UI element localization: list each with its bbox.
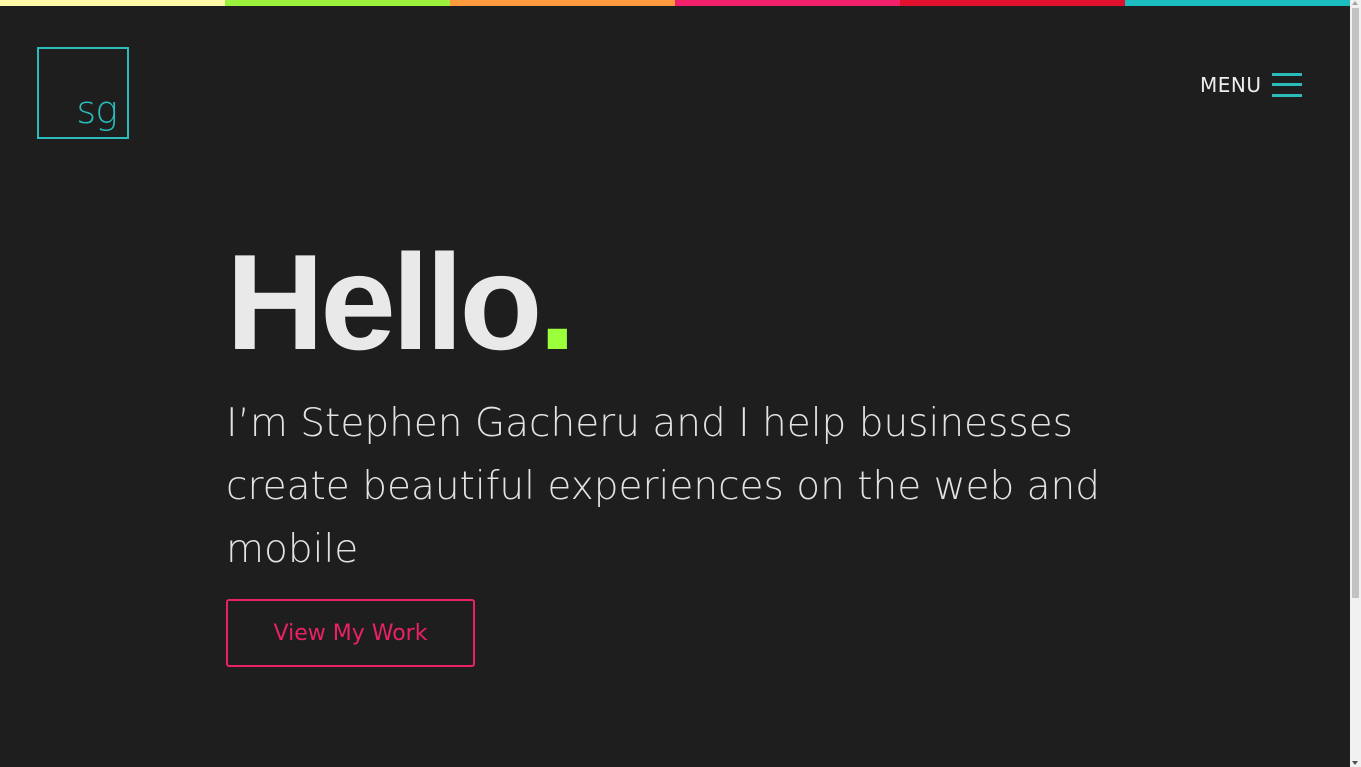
- page: sg MENU Hello. I’m Stephen Gacheru and I…: [0, 0, 1361, 767]
- hero-intro: I’m Stephen Gacheru and I help businesse…: [226, 401, 1101, 572]
- menu-button[interactable]: MENU: [1200, 70, 1302, 100]
- color-stripe-orange: [450, 0, 675, 6]
- logo-text: sg: [76, 88, 118, 132]
- hero-section: Hello. I’m Stephen Gacheru and I help bu…: [226, 232, 1126, 581]
- color-stripe-green: [225, 0, 450, 6]
- hamburger-icon: [1271, 72, 1302, 98]
- hero-heading-text: Hello: [226, 226, 542, 378]
- menu-label: MENU: [1200, 73, 1262, 97]
- vertical-scrollbar[interactable]: [1350, 0, 1361, 767]
- color-stripe-teal: [1125, 0, 1350, 6]
- scroll-down-arrow-icon[interactable]: [1352, 761, 1358, 765]
- hero-heading-dot: .: [538, 226, 577, 378]
- hero-heading: Hello.: [226, 232, 1126, 372]
- color-stripe-bar: [0, 0, 1350, 6]
- logo-link[interactable]: sg: [37, 47, 129, 139]
- color-stripe-pink: [675, 0, 900, 6]
- scroll-up-arrow-icon[interactable]: [1352, 1, 1358, 5]
- view-my-work-button[interactable]: View My Work: [226, 599, 475, 667]
- color-stripe-red: [900, 0, 1125, 6]
- color-stripe-yellow: [0, 0, 225, 6]
- scrollbar-thumb[interactable]: [1352, 8, 1359, 598]
